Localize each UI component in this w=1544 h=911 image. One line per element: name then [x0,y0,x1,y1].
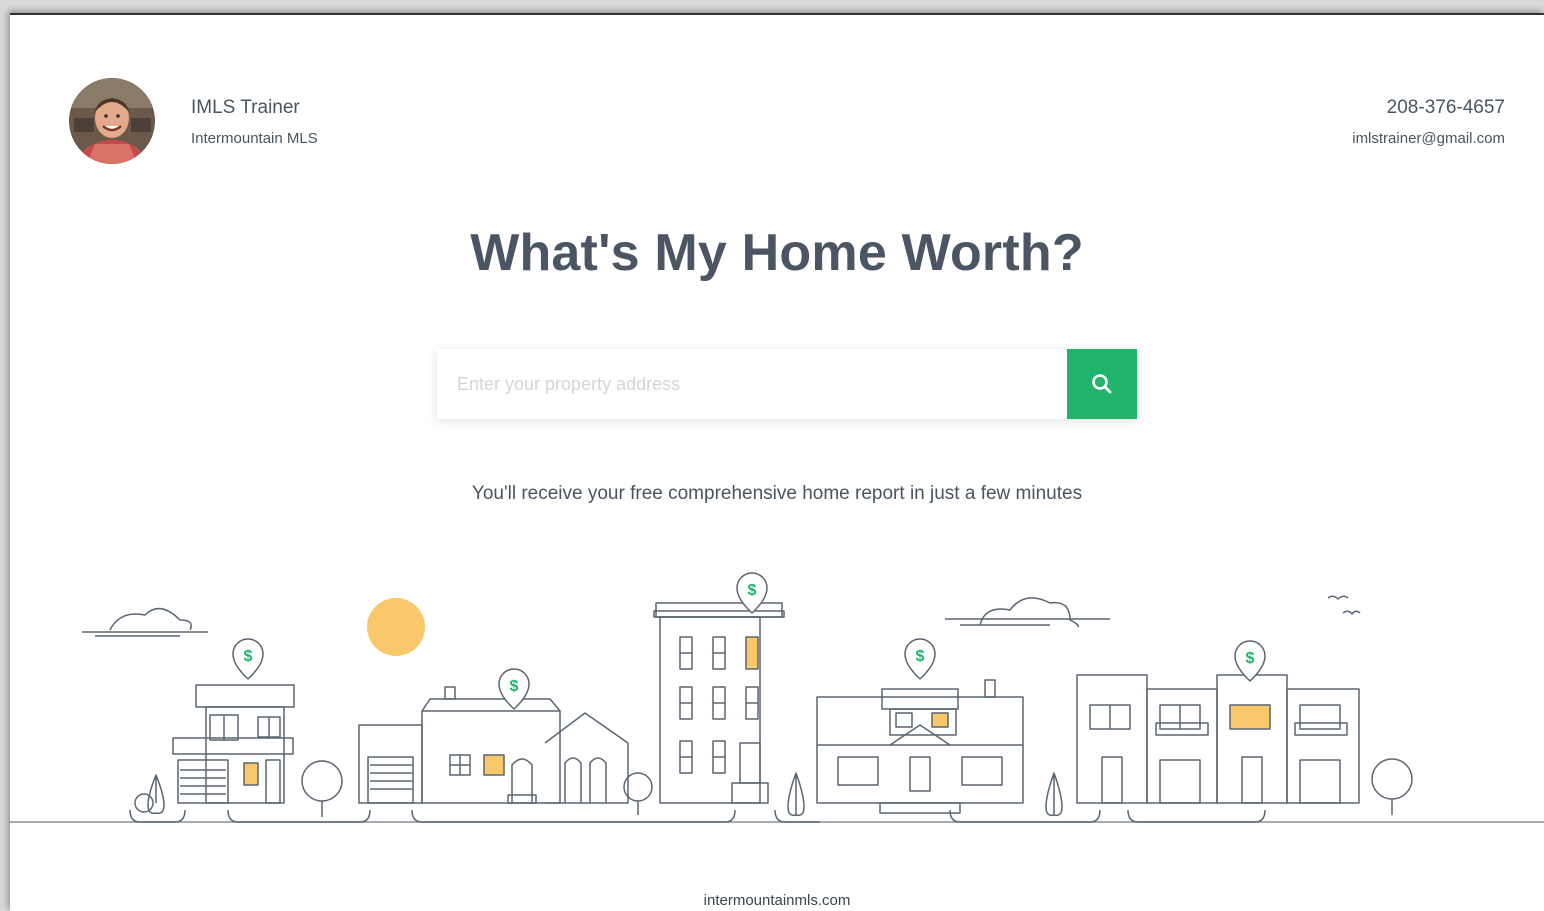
address-input[interactable] [437,349,1067,419]
svg-text:$: $ [510,678,519,695]
svg-text:$: $ [244,648,253,665]
svg-text:$: $ [748,582,757,599]
house-4 [816,679,1024,814]
trees [134,758,1413,817]
svg-text:$: $ [916,648,925,665]
cloud-left [82,607,208,637]
neighborhood-illustration: $ $ $ $ $ [10,572,1544,823]
birds [1327,595,1361,615]
svg-text:$: $ [1246,650,1255,667]
address-search-bar [437,349,1137,419]
agent-company: Intermountain MLS [191,130,318,147]
agent-phone[interactable]: 208-376-4657 [1387,97,1505,119]
row-houses [1076,674,1360,804]
search-button[interactable] [1067,349,1137,419]
search-icon [1092,374,1112,394]
report-info-text: You'll receive your free comprehensive h… [471,483,1083,504]
page-frame: IMLS Trainer Intermountain MLS 208-376-4… [10,13,1544,911]
apartment-building [653,602,785,804]
agent-name: IMLS Trainer [191,97,300,118]
agent-email[interactable]: imlstrainer@gmail.com [1352,130,1505,147]
house-2 [358,686,629,804]
cloud-right [945,597,1110,628]
page-title: What's My Home Worth? [470,224,1084,282]
house-1 [172,684,295,804]
agent-avatar [69,78,155,164]
sun [367,598,425,656]
footer-site-link[interactable]: intermountainmls.com [10,892,1544,909]
